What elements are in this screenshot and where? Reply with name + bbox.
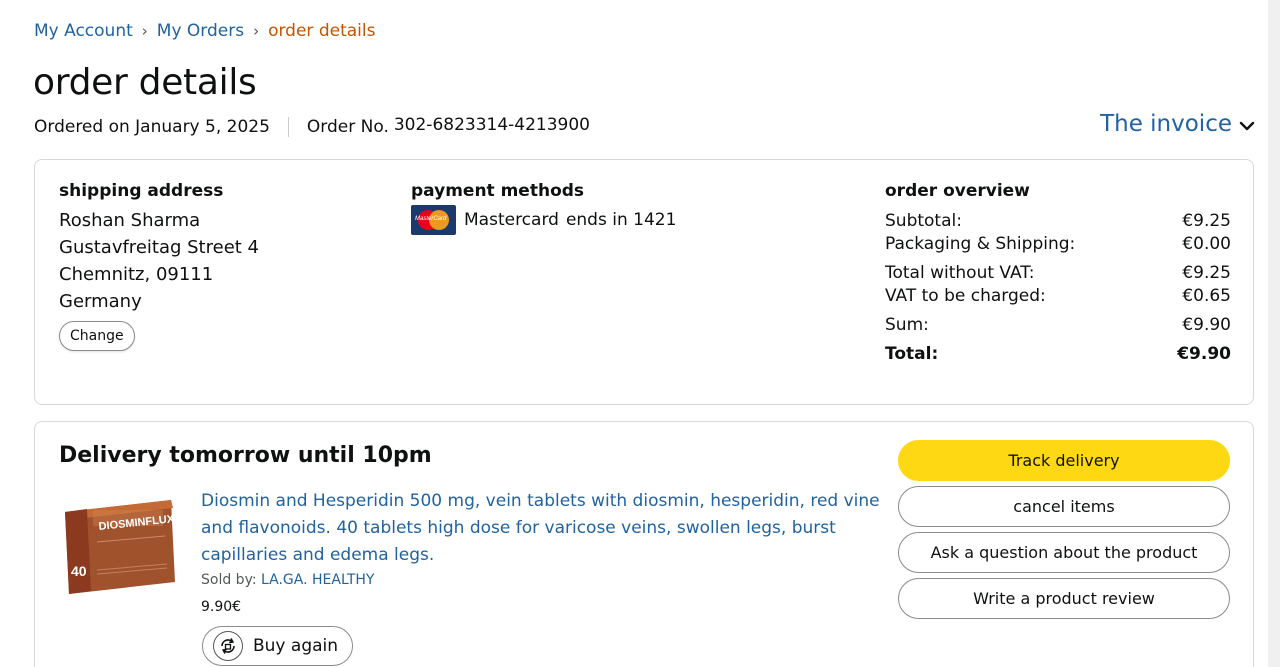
mastercard-logo-text: MasterCard [415, 216, 447, 222]
ask-question-button[interactable]: Ask a question about the product [898, 532, 1230, 573]
address-city: Chemnitz, 09111 [59, 264, 214, 285]
order-overview-section: order overview Subtotal: €9.25 Packaging… [885, 181, 1231, 364]
overview-row-total: Total: €9.90 [885, 344, 1231, 364]
cancel-items-button[interactable]: cancel items [898, 486, 1230, 527]
overview-row-total-without-vat: Total without VAT: €9.25 [885, 263, 1231, 283]
overview-value: €9.90 [1177, 344, 1231, 364]
delivery-status-title: Delivery tomorrow until 10pm [59, 443, 432, 468]
breadcrumb-separator: › [253, 22, 260, 40]
shipment-actions: Track delivery cancel items Ask a questi… [898, 440, 1230, 624]
product-image-count: 40 [71, 563, 87, 579]
card-ending: ends in 1421 [565, 210, 677, 230]
buy-again-label: Buy again [253, 636, 339, 656]
overview-label: VAT to be charged: [885, 286, 1046, 306]
overview-row-subtotal: Subtotal: €9.25 [885, 211, 1231, 231]
seller-link[interactable]: LA.GA. HEALTHY [261, 572, 374, 588]
overview-value: €0.00 [1182, 234, 1231, 254]
overview-row-sum: Sum: €9.90 [885, 315, 1231, 335]
address-street: Gustavfreitag Street 4 [59, 237, 259, 258]
invoice-label: The invoice [1100, 111, 1232, 137]
breadcrumb-separator: › [141, 22, 148, 40]
card-name: Mastercard [464, 210, 559, 230]
mastercard-logo-icon: MasterCard [411, 205, 456, 235]
breadcrumb: My Account › My Orders › order details [34, 21, 375, 41]
breadcrumb-my-orders[interactable]: My Orders [157, 21, 244, 41]
product-title-link[interactable]: Diosmin and Hesperidin 500 mg, vein tabl… [201, 488, 881, 569]
address-country: Germany [59, 291, 142, 312]
breadcrumb-my-account[interactable]: My Account [34, 21, 133, 41]
page-title: order details [33, 62, 257, 103]
payment-methods-title: payment methods [411, 181, 585, 201]
change-address-button[interactable]: Change [59, 321, 135, 351]
order-details-page: My Account › My Orders › order details o… [0, 0, 1268, 667]
overview-label: Total without VAT: [885, 263, 1035, 283]
order-meta: Ordered on January 5, 2025 Order No. 302… [34, 115, 590, 137]
track-delivery-button[interactable]: Track delivery [898, 440, 1230, 481]
product-image[interactable]: DIOSMINFLUX 40 [59, 498, 177, 596]
overview-row-vat: VAT to be charged: €0.65 [885, 286, 1231, 306]
overview-label: Packaging & Shipping: [885, 234, 1076, 254]
overview-label: Sum: [885, 315, 929, 335]
payment-methods-section: payment methods MasterCard Mastercard en… [411, 181, 676, 235]
sold-by: Sold by: LA.GA. HEALTHY [201, 572, 374, 588]
overview-row-shipping: Packaging & Shipping: €0.00 [885, 234, 1231, 254]
scrollbar[interactable] [1268, 0, 1280, 667]
overview-value: €9.90 [1182, 315, 1231, 335]
product-price: 9.90€ [201, 599, 242, 615]
address-name: Roshan Sharma [59, 210, 201, 231]
shipping-address-section: shipping address Roshan Sharma Gustavfre… [59, 181, 259, 351]
overview-label: Total: [885, 344, 939, 364]
shipping-address-title: shipping address [59, 181, 224, 201]
shipment-box: Delivery tomorrow until 10pm DIOSMINFLUX… [34, 421, 1254, 667]
order-info-box: shipping address Roshan Sharma Gustavfre… [34, 159, 1254, 405]
buy-again-button[interactable]: Buy again [202, 626, 354, 666]
sold-by-label: Sold by: [201, 572, 257, 588]
buy-again-icon [213, 631, 243, 661]
overview-value: €9.25 [1182, 263, 1231, 283]
overview-value: €9.25 [1182, 211, 1231, 231]
write-review-button[interactable]: Write a product review [898, 578, 1230, 619]
overview-label: Subtotal: [885, 211, 962, 231]
order-number-label: Order No. [306, 117, 389, 137]
invoice-dropdown[interactable]: The invoice [1100, 111, 1255, 137]
chevron-down-icon [1239, 121, 1255, 130]
meta-divider [287, 117, 289, 137]
breadcrumb-current: order details [268, 21, 376, 41]
overview-value: €0.65 [1182, 286, 1231, 306]
payment-method-row: MasterCard Mastercard ends in 1421 [411, 205, 676, 235]
order-overview-title: order overview [885, 181, 1030, 201]
order-number-value: 302-6823314-4213900 [393, 115, 590, 135]
ordered-on-date: Ordered on January 5, 2025 [34, 117, 270, 137]
